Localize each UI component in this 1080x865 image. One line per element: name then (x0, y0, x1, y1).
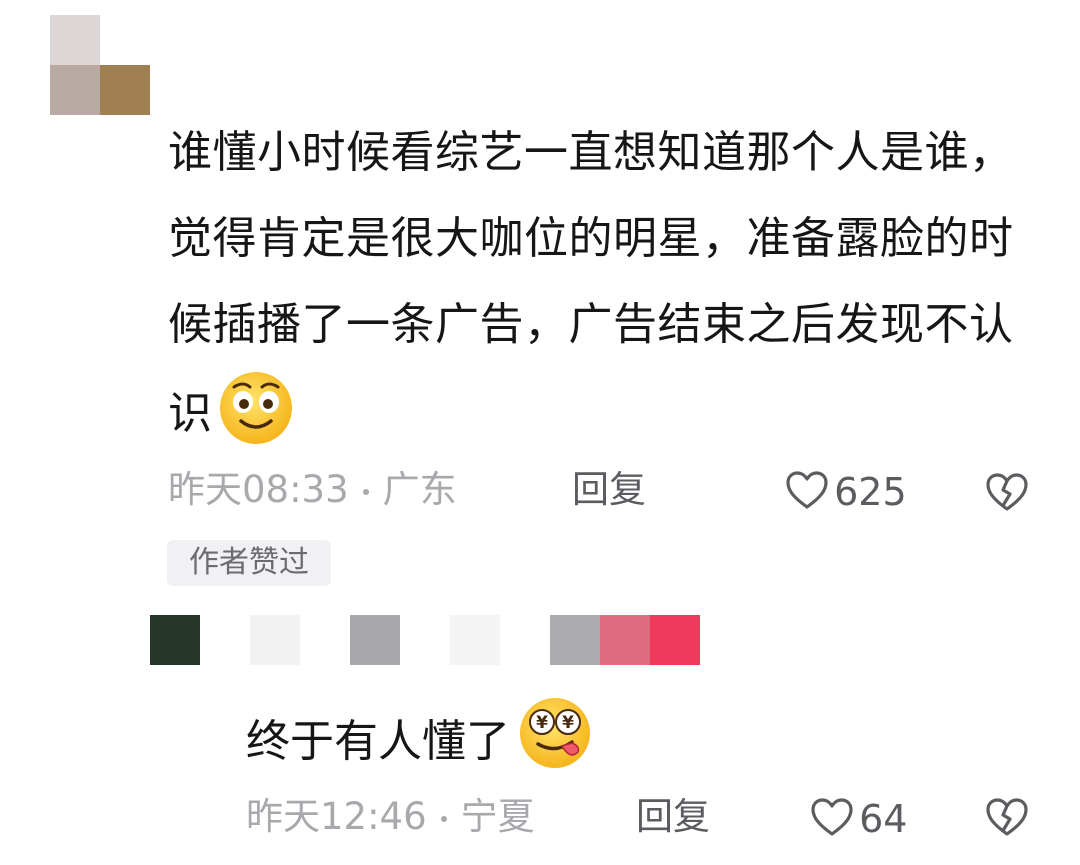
money-eyes-tongue-emoji: ¥ ¥ (514, 694, 596, 788)
comment-time: 昨天08:33 (168, 468, 349, 511)
reply-location: 宁夏 (460, 795, 535, 838)
author-liked-badge: 作者赞过 (167, 540, 331, 586)
reply-button[interactable]: 回复 (572, 468, 646, 512)
separator-dot (362, 488, 369, 495)
like-count: 625 (834, 470, 907, 514)
separator-dot (440, 815, 447, 822)
smiling-face-emoji (217, 368, 295, 475)
reply-author-mosaic[interactable] (150, 615, 700, 665)
comment-meta: 昨天08:33 广东 (168, 468, 457, 512)
heart-icon (810, 797, 854, 841)
reply-reply-button[interactable]: 回复 (636, 795, 710, 839)
reply-dislike-button[interactable] (985, 797, 1029, 841)
reply-meta: 昨天12:46 宁夏 (246, 795, 535, 839)
dislike-button[interactable] (985, 472, 1029, 516)
reply-comment-text: 终于有人懂了 ¥ ¥ (246, 694, 596, 788)
reply-body: 终于有人懂了 (246, 716, 510, 767)
reply-like-button[interactable]: 64 (810, 797, 907, 841)
broken-heart-icon (985, 798, 1029, 841)
commenter-avatar-mosaic[interactable] (50, 15, 150, 115)
heart-icon (785, 470, 829, 514)
comment-location: 广东 (382, 468, 457, 511)
reply-like-count: 64 (859, 797, 908, 841)
comment-body: 谁懂小时候看综艺一直想知道那个人是谁，觉得肯定是很大咖位的明星，准备露脸的时候插… (168, 127, 1014, 439)
svg-text:¥: ¥ (562, 713, 574, 733)
like-button[interactable]: 625 (785, 470, 907, 514)
comment-text: 谁懂小时候看综艺一直想知道那个人是谁，觉得肯定是很大咖位的明星，准备露脸的时候插… (168, 110, 1048, 475)
svg-text:¥: ¥ (536, 713, 548, 733)
reply-time: 昨天12:46 (246, 795, 427, 838)
broken-heart-icon (985, 473, 1029, 516)
